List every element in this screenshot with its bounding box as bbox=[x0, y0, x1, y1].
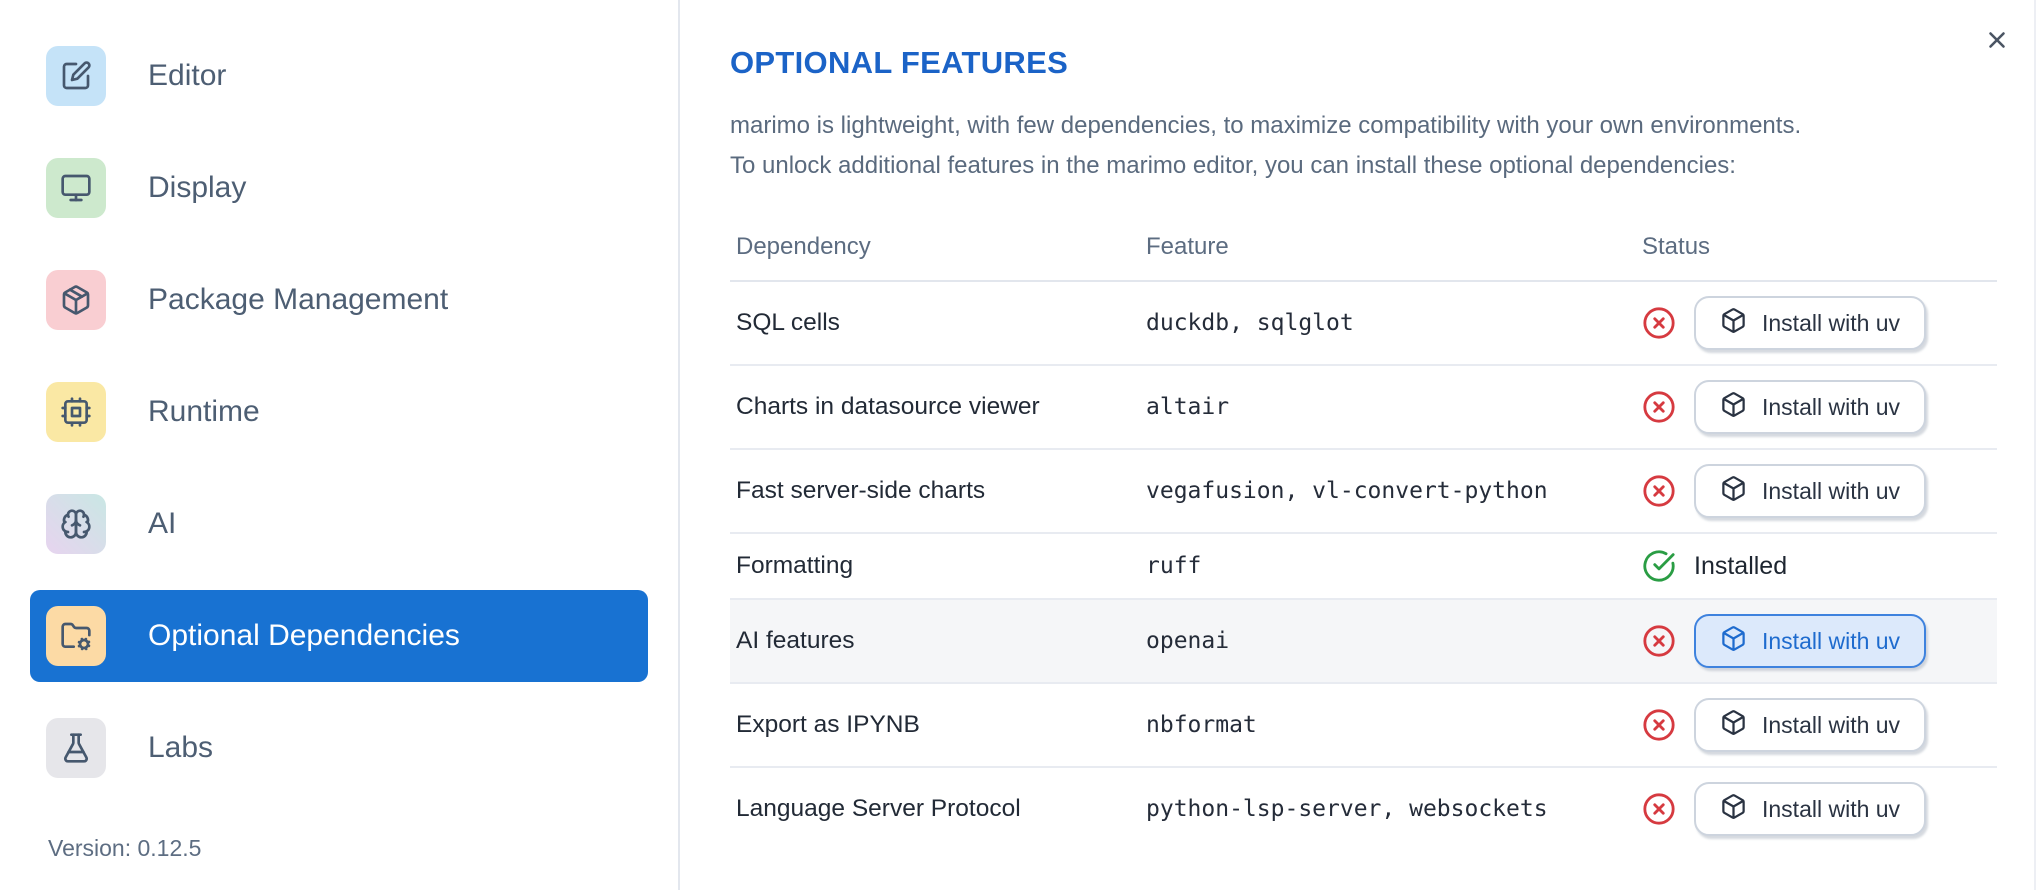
status-cell: Installed bbox=[1642, 549, 1997, 583]
table-row: Formatting ruff Installed bbox=[730, 534, 1997, 600]
description: marimo is lightweight, with few dependen… bbox=[730, 106, 1997, 186]
install-with-uv-button[interactable]: Install with uv bbox=[1694, 380, 1927, 434]
feature-cell: ruff bbox=[1146, 553, 1202, 579]
column-header-feature: Feature bbox=[1146, 233, 1229, 260]
table-row: Fast server-side charts vegafusion, vl-c… bbox=[730, 450, 1997, 534]
sidebar-item-ai[interactable]: AI bbox=[30, 478, 648, 570]
install-with-uv-button[interactable]: Install with uv bbox=[1694, 464, 1927, 518]
dependency-cell: Fast server-side charts bbox=[736, 477, 986, 504]
dependencies-table: Dependency Feature Status SQL cells duck… bbox=[730, 214, 1997, 850]
table-body: SQL cells duckdb, sqlglot Install with u… bbox=[730, 282, 1997, 850]
status-cell: Install with uv bbox=[1642, 464, 1997, 518]
dependency-cell: SQL cells bbox=[736, 309, 840, 336]
table-row: Language Server Protocol python-lsp-serv… bbox=[730, 768, 1997, 850]
circle-x-icon bbox=[1642, 474, 1676, 508]
description-line-2: To unlock additional features in the mar… bbox=[730, 152, 1736, 179]
sidebar-item-editor[interactable]: Editor bbox=[30, 30, 648, 122]
table-row: AI features openai Install with uv bbox=[730, 600, 1997, 684]
package-icon bbox=[46, 270, 106, 330]
install-with-uv-button[interactable]: Install with uv bbox=[1694, 698, 1927, 752]
brain-icon bbox=[46, 494, 106, 554]
sidebar-item-labs[interactable]: Labs bbox=[30, 702, 648, 794]
box-icon bbox=[1720, 625, 1747, 658]
sidebar-item-package-management[interactable]: Package Management bbox=[30, 254, 648, 346]
optional-features-panel: OPTIONAL FEATURES marimo is lightweight,… bbox=[682, 0, 2042, 890]
table-row: Export as IPYNB nbformat Install with uv bbox=[730, 684, 1997, 768]
page-title: OPTIONAL FEATURES bbox=[730, 45, 1069, 80]
panel-right-edge bbox=[2034, 0, 2036, 890]
flask-icon bbox=[46, 718, 106, 778]
circle-x-icon bbox=[1642, 306, 1676, 340]
box-icon bbox=[1720, 307, 1747, 340]
circle-x-icon bbox=[1642, 792, 1676, 826]
box-icon bbox=[1720, 391, 1747, 424]
circle-check-icon bbox=[1642, 549, 1676, 583]
feature-cell: altair bbox=[1146, 394, 1230, 420]
feature-cell: vegafusion, vl-convert-python bbox=[1146, 478, 1548, 504]
status-cell: Install with uv bbox=[1642, 782, 1997, 836]
table-row: Charts in datasource viewer altair Insta… bbox=[730, 366, 1997, 450]
install-with-uv-button[interactable]: Install with uv bbox=[1694, 614, 1927, 668]
dependency-cell: Charts in datasource viewer bbox=[736, 393, 1040, 420]
status-cell: Install with uv bbox=[1642, 296, 1997, 350]
version-label: Version: 0.12.5 bbox=[48, 835, 202, 861]
circle-x-icon bbox=[1642, 624, 1676, 658]
table-row: SQL cells duckdb, sqlglot Install with u… bbox=[730, 282, 1997, 366]
feature-cell: nbformat bbox=[1146, 712, 1257, 738]
sidebar-item-optional-dependencies[interactable]: Optional Dependencies bbox=[30, 590, 648, 682]
sidebar-item-display[interactable]: Display bbox=[30, 142, 648, 234]
table-header: Dependency Feature Status bbox=[730, 214, 1997, 282]
install-with-uv-button[interactable]: Install with uv bbox=[1694, 296, 1927, 350]
description-line-1: marimo is lightweight, with few dependen… bbox=[730, 112, 1802, 139]
install-with-uv-button[interactable]: Install with uv bbox=[1694, 782, 1927, 836]
dependency-cell: Formatting bbox=[736, 552, 854, 579]
dependency-cell: AI features bbox=[736, 627, 855, 654]
status-cell: Install with uv bbox=[1642, 698, 1997, 752]
dependency-cell: Export as IPYNB bbox=[736, 711, 920, 738]
circle-x-icon bbox=[1642, 708, 1676, 742]
settings-dialog: Editor Display Package Management Runtim… bbox=[0, 0, 2042, 890]
sidebar-item-runtime[interactable]: Runtime bbox=[30, 366, 648, 458]
circle-x-icon bbox=[1642, 390, 1676, 424]
box-icon bbox=[1720, 709, 1747, 742]
feature-cell: duckdb, sqlglot bbox=[1146, 310, 1354, 336]
sidebar-nav: Editor Display Package Management Runtim… bbox=[30, 30, 648, 794]
column-header-dependency: Dependency bbox=[736, 233, 871, 260]
column-header-status: Status bbox=[1642, 233, 1711, 260]
installed-label: Installed bbox=[1694, 551, 1788, 580]
folder-cog-icon bbox=[46, 606, 106, 666]
square-pen-icon bbox=[46, 46, 106, 106]
status-cell: Install with uv bbox=[1642, 614, 1997, 668]
feature-cell: python-lsp-server, websockets bbox=[1146, 796, 1548, 822]
cpu-icon bbox=[46, 382, 106, 442]
close-icon bbox=[1984, 31, 2010, 56]
monitor-icon bbox=[46, 158, 106, 218]
box-icon bbox=[1720, 793, 1747, 826]
feature-cell: openai bbox=[1146, 628, 1230, 654]
dependency-cell: Language Server Protocol bbox=[736, 795, 1021, 822]
close-button[interactable] bbox=[1982, 26, 2012, 56]
status-cell: Install with uv bbox=[1642, 380, 1997, 434]
settings-sidebar: Editor Display Package Management Runtim… bbox=[0, 0, 680, 890]
box-icon bbox=[1720, 475, 1747, 508]
